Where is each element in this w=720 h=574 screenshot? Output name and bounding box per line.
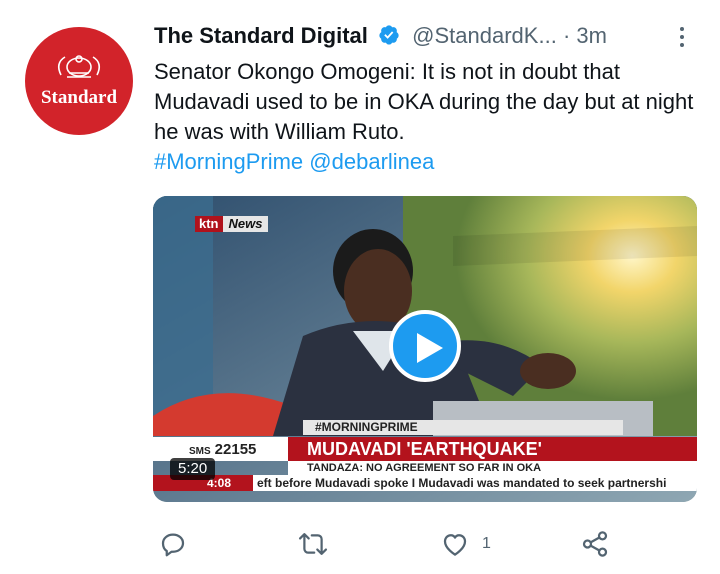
channel-logo-right: News	[222, 216, 269, 232]
mention-link[interactable]: @debarlinea	[309, 149, 434, 174]
show-tag: #MORNINGPRIME	[315, 420, 418, 434]
sms-value: 22155	[214, 441, 257, 458]
verified-badge-icon	[378, 24, 400, 53]
reply-icon	[161, 533, 185, 557]
tweet-text: Senator Okongo Omogeni: It is not in dou…	[154, 57, 699, 177]
channel-logo: ktn News	[195, 216, 269, 232]
avatar-wordmark: Standard	[40, 87, 118, 108]
like-count: 1	[482, 535, 491, 552]
video-duration: 5:20	[170, 458, 216, 480]
video-headline: MUDAVADI 'EARTHQUAKE'	[307, 439, 542, 459]
more-icon[interactable]	[676, 24, 688, 50]
tweet-body: Senator Okongo Omogeni: It is not in dou…	[154, 59, 694, 144]
avatar[interactable]: Standard	[25, 27, 133, 135]
sms-label: SMS	[189, 446, 211, 457]
like-button[interactable]: 1	[440, 526, 491, 562]
separator: ·	[562, 23, 571, 48]
reply-button[interactable]	[158, 526, 188, 562]
ticker-text: eft before Mudavadi spoke I Mudavadi was…	[257, 476, 667, 490]
hashtag-link[interactable]: #MorningPrime	[154, 149, 303, 174]
timestamp[interactable]: 3m	[576, 23, 607, 48]
like-icon	[443, 534, 467, 556]
display-name[interactable]: The Standard Digital	[154, 23, 368, 48]
video-player[interactable]: ktn News #MORNINGPRIME SMS 22155 MUDAVADI…	[153, 196, 697, 502]
share-icon	[582, 531, 608, 557]
video-subheadline: TANDAZA: NO AGREEMENT SO FAR IN OKA	[307, 462, 542, 474]
retweet-button[interactable]	[297, 526, 329, 562]
share-button[interactable]	[580, 526, 610, 562]
tweet-header: The Standard Digital @StandardK... · 3m	[154, 22, 694, 54]
sms-number: SMS 22155	[189, 441, 256, 458]
crest-logo	[57, 55, 101, 78]
channel-logo-left: ktn	[195, 216, 223, 232]
retweet-icon	[298, 533, 328, 555]
handle[interactable]: @StandardK...	[412, 23, 557, 48]
action-bar: 1	[0, 526, 720, 566]
play-icon[interactable]	[389, 310, 461, 382]
